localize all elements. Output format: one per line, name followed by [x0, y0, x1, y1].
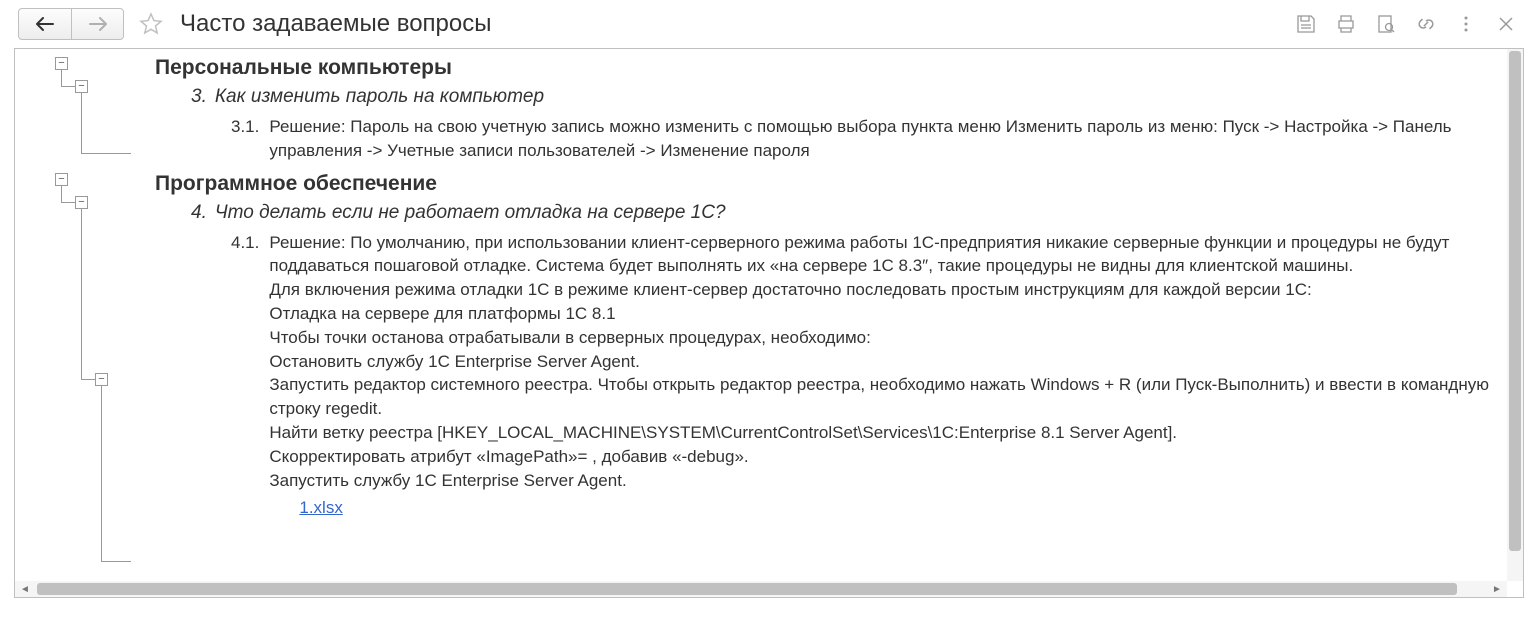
- answer-line: Найти ветку реестра [HKEY_LOCAL_MACHINE\…: [269, 421, 1513, 445]
- back-button[interactable]: [19, 9, 71, 39]
- tree-toggle[interactable]: −: [95, 373, 108, 386]
- answer-line: Решение: По умолчанию, при использовании…: [269, 231, 1513, 279]
- answer-body: Решение: Пароль на свою учетную запись м…: [269, 115, 1513, 163]
- horizontal-scrollbar[interactable]: ◄ ►: [15, 581, 1507, 597]
- dots-vertical-icon: [1456, 14, 1476, 34]
- toolbar-right: [1294, 12, 1518, 36]
- question-text: Как изменить пароль на компьютер: [215, 84, 544, 111]
- preview-button[interactable]: [1374, 12, 1398, 36]
- answer-line: Чтобы точки останова отрабатывали в серв…: [269, 326, 1513, 350]
- tree-toggle[interactable]: −: [75, 80, 88, 93]
- print-button[interactable]: [1334, 12, 1358, 36]
- toolbar: Часто задаваемые вопросы: [0, 0, 1538, 48]
- tree-line: [81, 379, 95, 380]
- tree-line: [81, 93, 82, 153]
- answer-row: 4.1. Решение: По умолчанию, при использо…: [231, 231, 1513, 521]
- section-heading: Программное обеспечение: [155, 169, 1513, 198]
- diskette-icon: [1296, 14, 1316, 34]
- more-menu-button[interactable]: [1454, 12, 1478, 36]
- question-row: 4. Что делать если не работает отладка н…: [191, 200, 1513, 227]
- answer-line: Остановить службу 1С Enterprise Server A…: [269, 350, 1513, 374]
- tree-line: [81, 153, 131, 154]
- answer-row: 3.1. Решение: Пароль на свою учетную зап…: [231, 115, 1513, 163]
- tree-line: [61, 86, 75, 87]
- link-button[interactable]: [1414, 12, 1438, 36]
- link-icon: [1416, 14, 1436, 34]
- question-row: 3. Как изменить пароль на компьютер: [191, 84, 1513, 111]
- attachment-link[interactable]: 1.xlsx: [299, 496, 342, 520]
- tree-toggle[interactable]: −: [55, 57, 68, 70]
- document-search-icon: [1376, 14, 1396, 34]
- question-number: 4.: [191, 200, 207, 227]
- answer-text: Решение: Пароль на свою учетную запись м…: [269, 115, 1513, 163]
- scroll-left-arrow[interactable]: ◄: [17, 581, 33, 597]
- content-panel: − − − − − Персональные компьютеры 3. Как…: [14, 48, 1524, 598]
- answer-line: Запустить службу 1С Enterprise Server Ag…: [269, 469, 1513, 493]
- answer-body: Решение: По умолчанию, при использовании…: [269, 231, 1513, 521]
- nav-buttons-group: [18, 8, 124, 40]
- answer-number: 4.1.: [231, 231, 259, 521]
- answer-line: Запустить редактор системного реестра. Ч…: [269, 373, 1513, 421]
- favorite-button[interactable]: [136, 9, 166, 39]
- section-heading: Персональные компьютеры: [155, 53, 1513, 82]
- close-icon: [1498, 16, 1514, 32]
- tree-line: [101, 386, 102, 561]
- answer-line: Скорректировать атрибут «ImagePath»= , д…: [269, 445, 1513, 469]
- question-text: Что делать если не работает отладка на с…: [215, 200, 726, 227]
- tree-line: [101, 561, 131, 562]
- question-number: 3.: [191, 84, 207, 111]
- arrow-left-icon: [36, 17, 54, 31]
- answer-line: Для включения режима отладки 1С в режиме…: [269, 278, 1513, 302]
- scrollbar-thumb[interactable]: [1509, 51, 1521, 551]
- tree-line: [61, 202, 75, 203]
- tree-toggle[interactable]: −: [75, 196, 88, 209]
- tree-line: [81, 209, 82, 379]
- save-button[interactable]: [1294, 12, 1318, 36]
- arrow-right-icon: [89, 17, 107, 31]
- scroll-right-arrow[interactable]: ►: [1489, 581, 1505, 597]
- close-button[interactable]: [1494, 12, 1518, 36]
- tree-line: [61, 186, 62, 202]
- vertical-scrollbar[interactable]: [1507, 49, 1523, 581]
- star-icon: [139, 12, 163, 36]
- document-content: Персональные компьютеры 3. Как изменить …: [155, 49, 1523, 581]
- tree-line: [61, 70, 62, 86]
- tree-toggle[interactable]: −: [55, 173, 68, 186]
- answer-line: Отладка на сервере для платформы 1С 8.1: [269, 302, 1513, 326]
- printer-icon: [1336, 14, 1356, 34]
- scrollbar-thumb[interactable]: [37, 583, 1457, 595]
- tree-gutter: − − − − −: [15, 49, 155, 581]
- forward-button[interactable]: [71, 9, 123, 39]
- page-title: Часто задаваемые вопросы: [180, 10, 1286, 38]
- answer-number: 3.1.: [231, 115, 259, 163]
